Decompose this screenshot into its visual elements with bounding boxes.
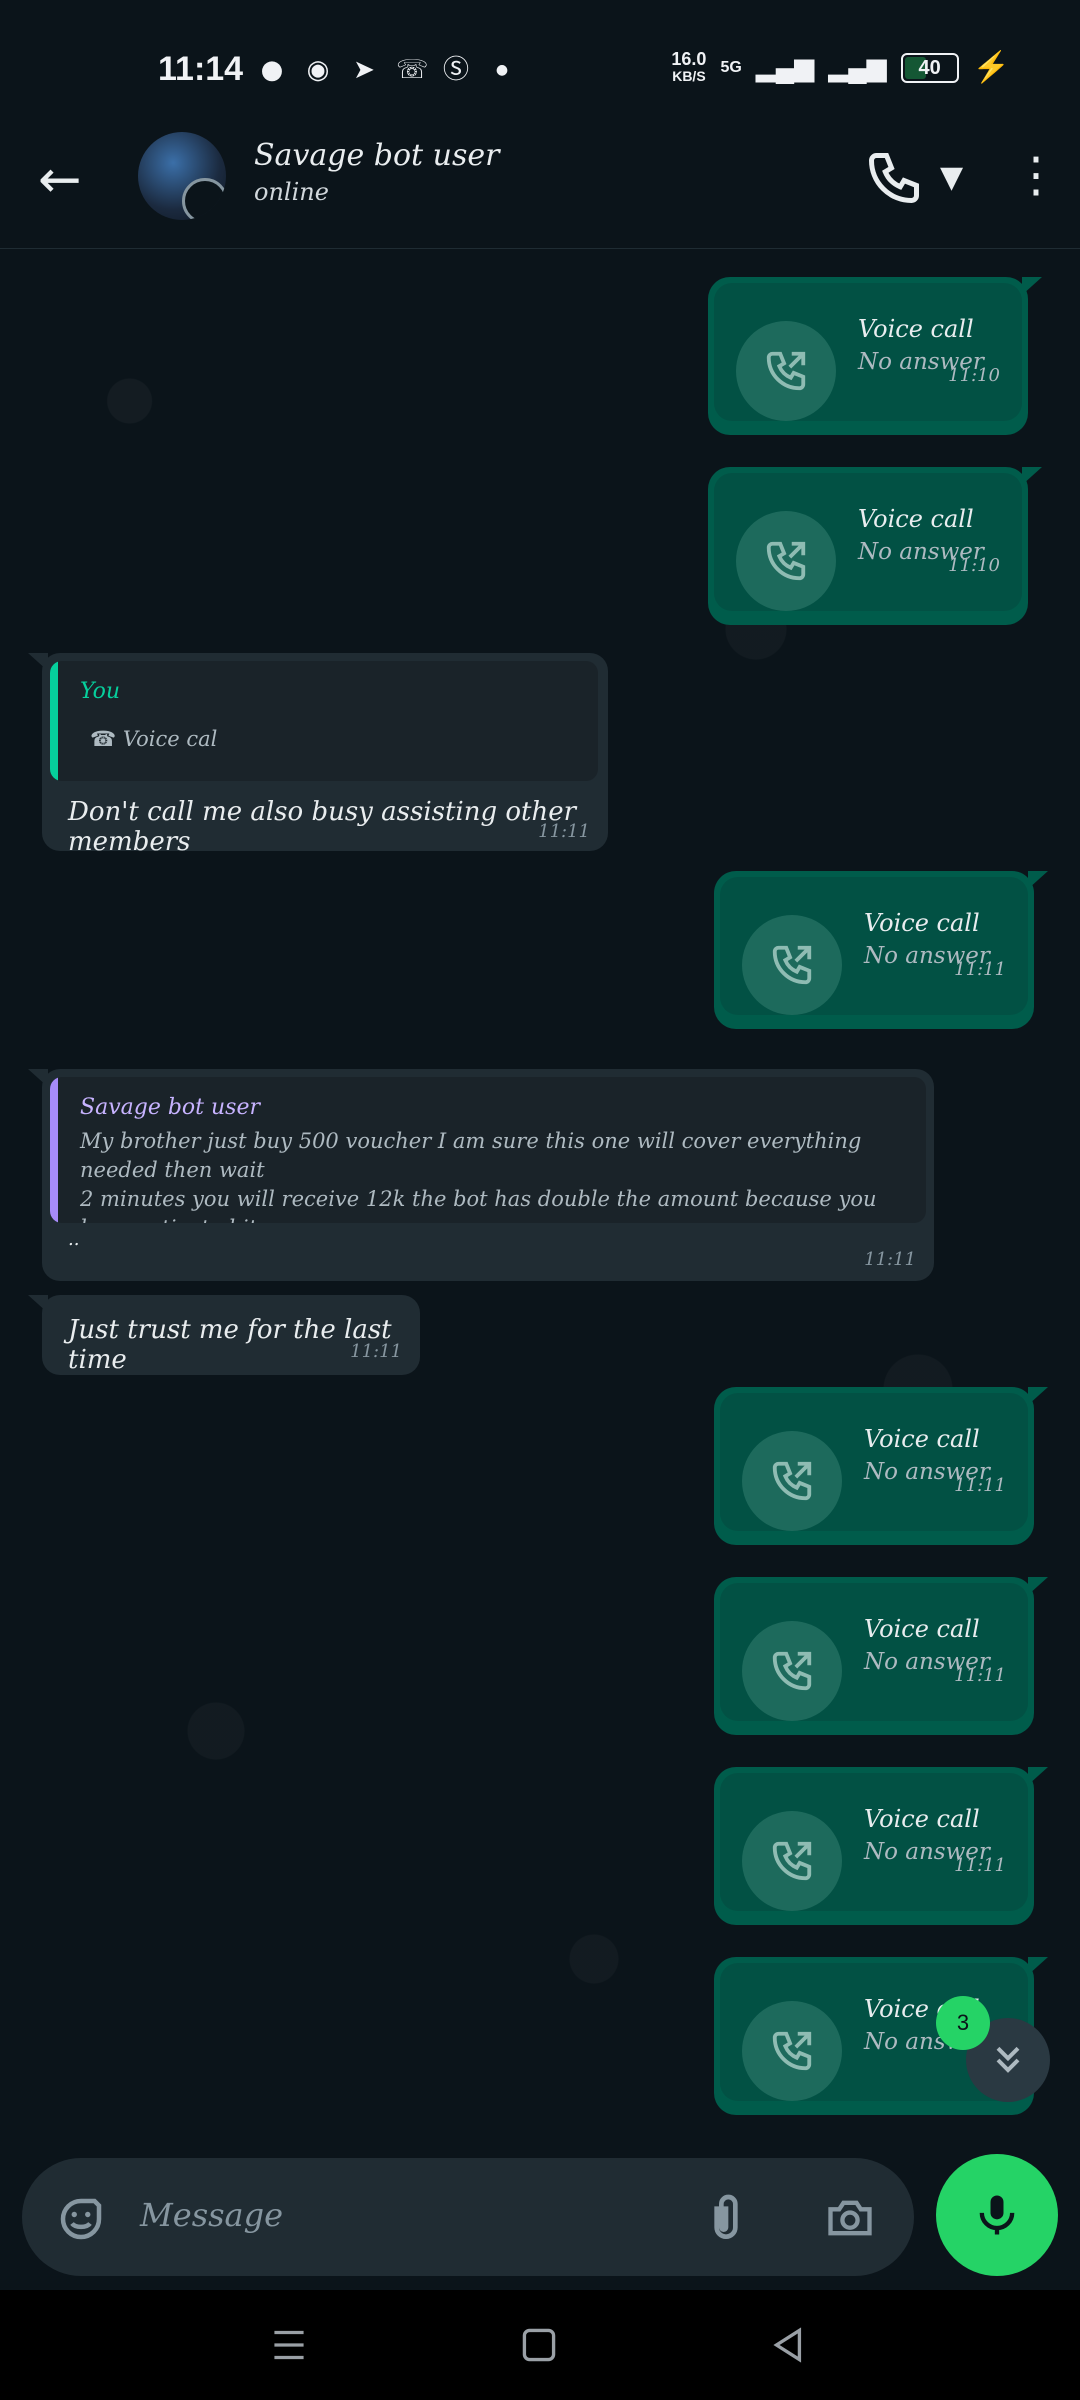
message-input[interactable]: Message — [140, 2196, 283, 2234]
notification-icons: ● ◉ ➤ ☏ Ⓢ ● — [258, 56, 516, 84]
status-ring-icon — [182, 178, 226, 220]
message-text: Don't call me also busy assisting other … — [68, 797, 577, 857]
quote-author: Savage bot user — [80, 1095, 260, 1120]
charging-icon: ⚡ — [972, 51, 1010, 84]
quote-line: 2 minutes you will receive 12k the bot h… — [80, 1187, 877, 1223]
contact-name[interactable]: Savage bot user — [254, 138, 499, 173]
network-speed: 16.0 KB/S — [671, 48, 707, 85]
unread-counter-badge: 3 — [936, 1996, 990, 2050]
back-arrow-icon[interactable]: ← — [38, 150, 88, 210]
message-time: 11:11 — [864, 1249, 916, 1270]
outgoing-call-icon — [742, 2001, 842, 2101]
outgoing-call-icon — [742, 1621, 842, 1721]
call-title: Voice call — [864, 909, 980, 937]
message-time: 11:11 — [954, 1855, 1006, 1876]
more-options-icon[interactable]: ⋮ — [1012, 150, 1060, 200]
message-text: .. — [68, 1229, 80, 1250]
contact-status: online — [254, 178, 329, 206]
facebook-icon: Ⓢ — [442, 55, 469, 85]
incoming-message[interactable]: Just trust me for the last time 11:11 — [28, 1295, 420, 1375]
call-message[interactable]: Voice call No answer 11:10 — [708, 277, 1042, 435]
call-message[interactable]: Voice call No answer 11:11 — [714, 1387, 1048, 1545]
camera-icon — [828, 2200, 872, 2236]
call-title: Voice call — [864, 1615, 980, 1643]
incoming-message[interactable]: Savage bot user My brother just buy 500 … — [28, 1069, 934, 1281]
chevron-double-down-icon — [996, 2046, 1020, 2073]
speed-unit: KB/S — [672, 67, 706, 84]
status-right: 16.0 KB/S 5G ▂▄▆ ▂▄▆ 40 ⚡ — [671, 50, 1010, 85]
status-bar: 11:14 ● ◉ ➤ ☏ Ⓢ ● 16.0 KB/S 5G ▂▄▆ ▂▄▆ 4… — [0, 0, 1080, 120]
telegram-icon: ➤ — [353, 55, 375, 85]
signal-icon: ▂▄▆ — [755, 52, 815, 82]
camera-button[interactable] — [822, 2192, 878, 2244]
voice-call-button[interactable] — [864, 148, 924, 208]
avatar[interactable] — [138, 132, 226, 220]
quoted-message[interactable]: Savage bot user My brother just buy 500 … — [50, 1077, 926, 1223]
outgoing-call-icon — [742, 915, 842, 1015]
outgoing-call-icon — [742, 1431, 842, 1531]
home-nav-icon[interactable] — [514, 2320, 564, 2370]
message-time: 11:10 — [948, 555, 1000, 576]
phone-icon — [868, 153, 919, 204]
call-title: Voice call — [864, 1805, 980, 1833]
chat-area[interactable]: Voice call No answer 11:10 Voice call No… — [0, 249, 1080, 2149]
outgoing-call-icon — [742, 1811, 842, 1911]
call-message[interactable]: Voice call No answer 11:11 — [714, 1767, 1048, 1925]
call-message[interactable]: Voice call No answer 11:11 — [714, 871, 1048, 1029]
quote-text: ☎ Voice cal — [90, 725, 217, 754]
quoted-message[interactable]: You ☎ Voice cal — [50, 661, 598, 781]
paperclip-icon — [714, 2194, 738, 2239]
missed-call-icon: ☏ — [396, 55, 429, 85]
outgoing-call-icon — [736, 511, 836, 611]
quote-text: My brother just buy 500 voucher I am sur… — [80, 1127, 926, 1223]
quote-text-value: Voice cal — [122, 727, 218, 751]
call-dropdown-icon[interactable]: ▼ — [940, 160, 963, 195]
speed-value: 16.0 — [671, 48, 707, 69]
back-nav-icon[interactable] — [764, 2320, 814, 2370]
message-time: 11:11 — [954, 959, 1006, 980]
call-message[interactable]: Voice call No answer 11:10 — [708, 467, 1042, 625]
message-composer: Message — [22, 2158, 914, 2276]
message-time: 11:11 — [954, 1665, 1006, 1686]
outgoing-call-icon — [736, 321, 836, 421]
call-title: Voice call — [858, 505, 974, 533]
call-icon: ☎ — [90, 727, 117, 751]
dot-icon: ● — [495, 62, 509, 78]
call-title: Voice call — [864, 1425, 980, 1453]
system-nav-bar — [0, 2290, 1080, 2400]
mic-button[interactable] — [936, 2154, 1058, 2276]
chat-header: ← Savage bot user online ▼ ⋮ — [0, 120, 1080, 249]
snapchat-icon: ● — [260, 55, 284, 85]
message-time: 11:11 — [954, 1475, 1006, 1496]
attach-button[interactable] — [698, 2188, 754, 2248]
message-time: 11:11 — [350, 1341, 402, 1362]
quote-author: You — [80, 679, 121, 704]
signal-icon-2: ▂▄▆ — [828, 52, 887, 82]
incoming-message[interactable]: You ☎ Voice cal Don't call me also busy … — [28, 653, 608, 857]
microphone-icon — [979, 2195, 1015, 2235]
sticker-icon — [60, 2198, 102, 2240]
quote-line: My brother just buy 500 voucher I am sur… — [80, 1129, 862, 1182]
call-message[interactable]: Voice call No answer 11:11 — [714, 1577, 1048, 1735]
menu-nav-icon[interactable] — [264, 2320, 314, 2370]
signal-5g-icon: 5G — [720, 58, 742, 76]
status-time: 11:14 — [158, 50, 244, 88]
call-title: Voice call — [858, 315, 974, 343]
sticker-button[interactable] — [54, 2192, 108, 2246]
battery-level: 40 — [918, 56, 941, 79]
chat-bubble-icon: ◉ — [306, 55, 330, 85]
battery-icon: 40 — [900, 52, 959, 83]
message-time: 11:11 — [538, 821, 590, 842]
message-time: 11:10 — [948, 365, 1000, 386]
